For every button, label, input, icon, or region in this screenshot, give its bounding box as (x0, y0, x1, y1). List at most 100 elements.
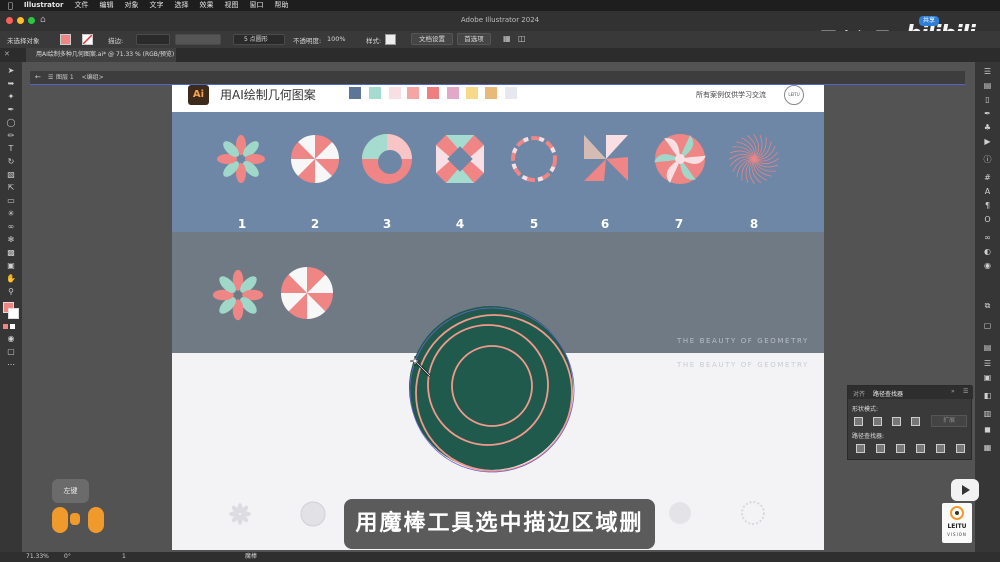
transparency-icon[interactable]: ▢ (982, 320, 993, 331)
stroke-color-box[interactable] (8, 308, 19, 319)
screen-mode-icon[interactable]: ▢ (6, 347, 16, 357)
scale-tool-icon[interactable]: ⇱ (6, 183, 16, 193)
zoom-level[interactable]: 71.33% (26, 552, 49, 562)
rotation-value[interactable]: 0° (64, 552, 71, 562)
video-player-button[interactable] (951, 479, 979, 501)
menu-file[interactable]: 文件 (75, 0, 89, 11)
color-guide-icon[interactable]: ◼ (982, 424, 993, 435)
panel-menu-icon[interactable]: ☰ (963, 388, 968, 395)
menu-app-name[interactable]: Illustrator (24, 0, 64, 11)
align-icon[interactable]: ▤ (982, 342, 993, 353)
layers-panel-icon[interactable]: ▤ (982, 80, 993, 91)
unite-icon[interactable] (854, 417, 863, 426)
ellipse-tool-icon[interactable]: ◯ (6, 118, 16, 128)
thumb-flower[interactable] (227, 501, 253, 527)
eyedropper-tool-icon[interactable]: ✳ (6, 209, 16, 219)
exclude-icon[interactable] (911, 417, 920, 426)
artboard[interactable]: Ai 用AI绘制几何图案 所有案例仅供学习交流 LEITU 1 2 3 4 5 … (172, 85, 824, 550)
thumb-swirl[interactable] (667, 500, 693, 526)
minus-front-icon[interactable] (873, 417, 882, 426)
blend-tool-icon[interactable]: ∞ (6, 222, 16, 232)
tab-pathfinder[interactable]: 路径查找器 (873, 389, 903, 398)
shape-builder-tool-icon[interactable]: ▭ (6, 196, 16, 206)
play-action-icon[interactable]: ▶ (982, 136, 993, 147)
links-icon[interactable]: ∞ (982, 232, 993, 243)
outline-icon[interactable] (936, 444, 945, 453)
tab-align[interactable]: 对齐 (853, 389, 865, 398)
preferences-button[interactable]: 首选项 (457, 33, 491, 45)
merge-icon[interactable] (896, 444, 905, 453)
edited-circle[interactable] (408, 305, 576, 473)
menu-view[interactable]: 视图 (225, 0, 239, 11)
libraries-icon[interactable]: ▯ (982, 94, 993, 105)
eraser-tool-icon[interactable]: ▧ (6, 170, 16, 180)
pattern-umbrella-2[interactable] (289, 133, 341, 185)
artboard-tool-icon[interactable]: ▣ (6, 261, 16, 271)
more-tools-icon[interactable]: ⋯ (6, 360, 16, 370)
gradient-panel-icon[interactable]: ▣ (982, 372, 993, 383)
menu-edit[interactable]: 编辑 (100, 0, 114, 11)
expand-button[interactable]: 扩展 (931, 415, 967, 427)
stroke-swatch[interactable] (82, 34, 93, 45)
magic-wand-tool-icon[interactable]: ✦ (6, 92, 16, 102)
menu-select[interactable]: 选择 (175, 0, 189, 11)
swatches-icon[interactable]: ▦ (982, 442, 993, 453)
gradient-mode-button[interactable] (10, 324, 15, 329)
breadcrumb-layer[interactable]: 图层 1 (56, 74, 74, 81)
variable-width-profile[interactable] (175, 34, 221, 45)
paintbrush-tool-icon[interactable]: ✏ (6, 131, 16, 141)
transform-panel-icon[interactable]: ▥ (982, 408, 993, 419)
zoom-tool-icon[interactable]: ⚲ (6, 287, 16, 297)
properties-icon[interactable]: ☰ (982, 66, 993, 77)
pattern-dashed-ring-5[interactable] (508, 133, 560, 185)
minus-back-icon[interactable] (956, 444, 965, 453)
share-badge[interactable]: 共享 (919, 16, 939, 26)
fill-swatch[interactable] (60, 34, 71, 45)
selection-tool-icon[interactable]: ➤ (6, 66, 16, 76)
info-icon[interactable]: ⓘ (982, 154, 993, 165)
brushes-icon[interactable]: ✒ (982, 108, 993, 119)
divide-icon[interactable] (856, 444, 865, 453)
character-icon[interactable]: A (982, 186, 993, 197)
thumb-umbrella[interactable] (300, 501, 326, 527)
brush-definition[interactable]: 5 点圆形 (233, 34, 285, 45)
symbol-sprayer-tool-icon[interactable]: ✻ (6, 235, 16, 245)
trim-icon[interactable] (876, 444, 885, 453)
draw-mode-icon[interactable]: ◉ (6, 334, 16, 344)
graph-tool-icon[interactable]: ▩ (6, 248, 16, 258)
appearance-icon[interactable]: ◐ (982, 246, 993, 257)
close-tab-icon[interactable]: ✕ (4, 50, 14, 60)
work-flower[interactable] (210, 267, 266, 323)
breadcrumb-group[interactable]: <编组> (82, 74, 104, 81)
back-arrow-icon[interactable]: ← (35, 71, 41, 84)
menu-object[interactable]: 对象 (125, 0, 139, 11)
graphic-style-swatch[interactable] (385, 34, 396, 45)
hand-tool-icon[interactable]: ✋ (6, 274, 16, 284)
apple-icon[interactable]:  (8, 0, 13, 11)
direct-selection-tool-icon[interactable]: ➥ (6, 79, 16, 89)
pattern-flower-1[interactable] (215, 133, 267, 185)
menu-type[interactable]: 文字 (150, 0, 164, 11)
graphic-styles-icon[interactable]: ◉ (982, 260, 993, 271)
stroke-panel-icon[interactable]: ☰ (982, 358, 993, 369)
pathfinder-icon[interactable]: ◧ (982, 390, 993, 401)
thumb-spiral[interactable] (740, 500, 766, 526)
rotate-tool-icon[interactable]: ↻ (6, 157, 16, 167)
stroke-weight-field[interactable] (136, 34, 170, 45)
document-setup-button[interactable]: 文档设置 (411, 33, 453, 45)
export-icon[interactable]: ⧉ (982, 300, 993, 311)
symbols-icon[interactable]: ♣ (982, 122, 993, 133)
intersect-icon[interactable] (892, 417, 901, 426)
arrange-icon[interactable]: ▦ (503, 34, 511, 43)
type-tool-icon[interactable]: T (6, 144, 16, 154)
pattern-swirl-7[interactable] (654, 133, 706, 185)
pen-tool-icon[interactable]: ✒ (6, 105, 16, 115)
crop-icon[interactable] (916, 444, 925, 453)
pattern-spiral-8[interactable] (728, 133, 780, 185)
work-umbrella[interactable] (279, 265, 335, 321)
artboard-number[interactable]: 1 (122, 552, 126, 562)
pattern-aperture-4[interactable] (434, 133, 486, 185)
menu-effect[interactable]: 效果 (200, 0, 214, 11)
transform-icon[interactable]: ◫ (518, 34, 526, 43)
document-tab[interactable]: 用AI绘制多种几何图案.ai* @ 71.33 % (RGB/预览) (26, 48, 176, 62)
